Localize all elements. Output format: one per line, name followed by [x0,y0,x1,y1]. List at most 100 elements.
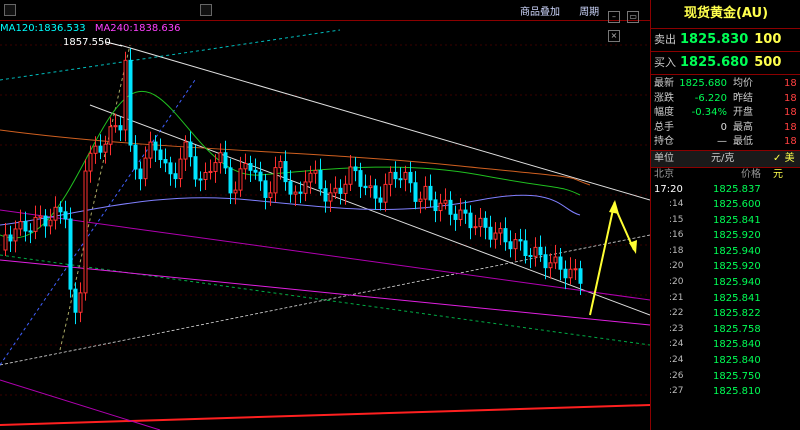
candle-body [103,143,108,153]
candle-body [503,228,508,243]
candle-body [568,268,573,279]
sell-price: 1825.830 [680,32,749,47]
candle-body [303,181,308,194]
candle-body [243,163,248,170]
sell-label: 卖出 [654,33,676,46]
tick-time: :23 [669,323,684,334]
candle-body [158,149,163,161]
candle-body [278,161,283,169]
candle-body [338,187,343,194]
purple-line [0,209,650,301]
candle-body [78,292,83,313]
buy-quote[interactable]: 买入 1825.680 500 [651,52,800,75]
candle-body [528,255,533,258]
tick-price: 1825.940 [713,245,761,257]
instrument-title: 现货黄金(AU) [651,0,800,29]
candle-body [413,182,418,202]
stat-value: 18 [784,136,797,147]
unit-label: 单位 [654,152,674,164]
tick-price: 1825.750 [713,370,761,382]
candle-body [188,141,193,158]
candle-body [173,173,178,180]
blue-dashed-line [0,79,196,366]
tick-time: :18 [669,245,684,256]
tick-price: 1825.940 [713,277,761,289]
tick-row: :18 1825.940 [651,244,800,260]
candle-body [423,185,428,200]
candle-body [493,232,498,240]
candle-body [308,172,313,183]
kline-chart[interactable]: 1857.550 [0,0,650,430]
candle-body [373,185,378,199]
candle-body [488,226,493,240]
candle-body [288,181,293,195]
magenta-line [0,259,650,326]
tick-row: :24 1825.840 [651,337,800,353]
candle-body [398,178,403,181]
candle-body [208,170,213,173]
candle-body [53,206,58,221]
candle-body [533,246,538,257]
candle-body [68,218,73,290]
check-icon: ✓ [773,152,782,164]
candle-body [543,254,548,269]
toolbar-square-icon[interactable] [200,4,212,16]
stat-value: 18 [784,121,797,133]
period-link[interactable]: 周期 [579,7,599,18]
stat-value: -0.34% [691,107,727,118]
candle-body [403,171,408,180]
overlay-product-link[interactable]: 商品叠加 [520,7,560,18]
stat-row: 最新 1825.680 均价 18 [651,77,800,92]
stat-row: 总手 0 最高 18 [651,121,800,136]
stat-key: 开盘 [733,107,753,118]
candle-body [553,256,558,264]
stat-key: 持仓 [654,136,674,147]
kline-chart-area[interactable]: 1857.550 商品叠加 周期 – ▭ × MA120:1836.533 MA… [0,0,650,430]
candle-body [233,189,238,194]
candle-body [133,144,138,170]
minimize-icon[interactable]: – [608,11,620,23]
stat-key: 最新 [654,78,674,89]
candle-body [343,183,348,194]
candle-body [33,216,38,232]
yellow-dashed-line [59,44,131,351]
tick-list[interactable]: 17:20 1825.837:14 1825.600:15 1825.841:16 18… [651,182,800,400]
red-bottom-line [0,404,650,426]
candle-body [123,59,128,131]
candle-body [218,152,223,164]
candle-body [318,169,323,190]
tick-row: :22 1825.822 [651,306,800,322]
candle-body [273,167,278,194]
candle-body [483,217,488,228]
stat-value: 18 [784,92,797,104]
sell-qty: 100 [754,32,782,47]
candle-body [518,239,523,242]
candle-body [93,145,98,154]
candle-body [43,215,48,227]
toolbar-square-icon[interactable] [4,4,16,16]
tick-price: 1825.837 [713,183,761,195]
candle-body [3,234,8,251]
candle-body [428,185,433,201]
tick-row: :16 1825.920 [651,228,800,244]
close-icon[interactable]: × [608,30,620,42]
tick-time: 17:20 [654,183,683,195]
tick-row: :20 1825.920 [651,259,800,275]
candle-body [563,268,568,279]
stat-row: 涨跌 -6.220 昨结 18 [651,92,800,107]
tick-row: :27 1825.810 [651,384,800,400]
restore-icon[interactable]: ▭ [627,11,640,23]
candle-body [248,163,253,171]
tick-header: 北京 价格 [651,168,800,182]
candle-body [73,288,78,313]
arrow-head-icon [609,200,619,214]
candle-body [333,187,338,194]
sell-quote[interactable]: 卖出 1825.830 100 [651,29,800,52]
tick-row: 17:20 1825.837 [651,182,800,198]
candle-body [463,209,468,214]
candle-body [408,171,413,184]
candle-body [513,239,518,250]
tick-row: :24 1825.840 [651,353,800,369]
candle-body [508,241,513,250]
candle-body [28,230,33,233]
